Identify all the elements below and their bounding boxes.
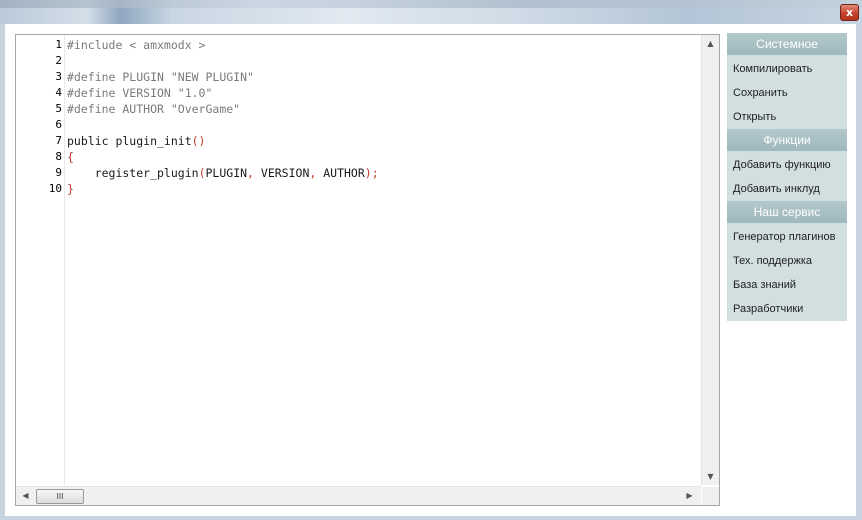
code-line: register_plugin(PLUGIN, VERSION, AUTHOR)…	[67, 165, 379, 181]
line-number: 9	[55, 166, 62, 179]
line-number: 2	[55, 54, 62, 67]
code-line: {	[67, 149, 74, 165]
line-number: 6	[55, 118, 62, 131]
sidebar-item[interactable]: Добавить инклуд	[727, 177, 847, 201]
code-token: PLUGIN	[205, 166, 248, 180]
close-button[interactable]: x	[840, 4, 859, 21]
window-frame-bottom	[0, 516, 862, 520]
code-token: #include < amxmodx >	[67, 38, 206, 52]
line-number: 1	[55, 38, 62, 51]
window-frame-right	[856, 24, 862, 520]
titlebar-background	[0, 0, 862, 8]
sidebar-menu: Системное Компилировать Сохранить Открыть Фу…	[727, 33, 847, 321]
sidebar-item[interactable]: Сохранить	[727, 81, 847, 105]
code-token: ,	[309, 166, 324, 180]
sidebar-item[interactable]: Открыть	[727, 105, 847, 129]
code-line: #define AUTHOR "OverGame"	[67, 101, 240, 117]
code-token: VERSION	[260, 166, 310, 180]
sidebar-item[interactable]: Разработчики	[727, 297, 847, 321]
code-line: #define PLUGIN "NEW PLUGIN"	[67, 69, 254, 85]
horizontal-scroll-thumb[interactable]: III	[36, 489, 84, 504]
sidebar-item[interactable]: Компилировать	[727, 57, 847, 81]
code-line: #define VERSION "1.0"	[67, 85, 212, 101]
sidebar-item[interactable]: Добавить функцию	[727, 153, 847, 177]
code-editor[interactable]: 1 2 3 4 5 6 7 8 9 10 #include < amxmodx > #define …	[15, 34, 720, 506]
code-token: ()	[191, 134, 206, 148]
line-number: 8	[55, 150, 62, 163]
line-number: 4	[55, 86, 62, 99]
line-number: 5	[55, 102, 62, 115]
sidebar-section-header: Наш сервис	[727, 201, 847, 223]
code-line: public plugin_init()	[67, 133, 205, 149]
vertical-scrollbar[interactable]: ▲ ▼	[701, 35, 719, 485]
scroll-up-arrow-icon[interactable]: ▲	[703, 39, 718, 48]
scroll-left-arrow-icon[interactable]: ◀	[18, 491, 33, 500]
code-token: );	[364, 166, 379, 180]
code-token: #define AUTHOR "OverGame"	[67, 102, 241, 116]
line-number: 10	[48, 182, 62, 195]
sidebar-section-header: Функции	[727, 129, 847, 151]
code-token: }	[67, 182, 74, 196]
gutter-separator	[64, 35, 65, 485]
scrollbar-corner	[702, 487, 719, 505]
horizontal-scrollbar[interactable]: ◀ III ▶	[16, 486, 701, 505]
line-number: 7	[55, 134, 62, 147]
sidebar-item[interactable]: Тех. поддержка	[727, 249, 847, 273]
code-token: ,	[247, 166, 261, 180]
code-line: }	[67, 181, 74, 197]
code-token: #define VERSION "1.0"	[67, 86, 213, 100]
sidebar-item[interactable]: Генератор плагинов	[727, 225, 847, 249]
code-token: (	[198, 166, 206, 180]
line-number-gutter: 1 2 3 4 5 6 7 8 9 10	[16, 35, 64, 485]
code-text-area[interactable]: #include < amxmodx > #define PLUGIN "NEW …	[67, 35, 701, 485]
window-titlebar: x	[0, 0, 862, 24]
code-token: register_plugin	[67, 166, 199, 180]
line-number: 3	[55, 70, 62, 83]
scroll-down-arrow-icon[interactable]: ▼	[703, 472, 718, 481]
code-token: {	[67, 150, 74, 164]
scroll-right-arrow-icon[interactable]: ▶	[682, 491, 697, 500]
sidebar-item[interactable]: База знаний	[727, 273, 847, 297]
sidebar-section-header: Системное	[727, 33, 847, 55]
code-token: #define PLUGIN "NEW PLUGIN"	[67, 70, 254, 84]
code-token: public plugin_init	[67, 134, 192, 148]
code-token: AUTHOR	[323, 166, 365, 180]
code-line: #include < amxmodx >	[67, 37, 205, 53]
